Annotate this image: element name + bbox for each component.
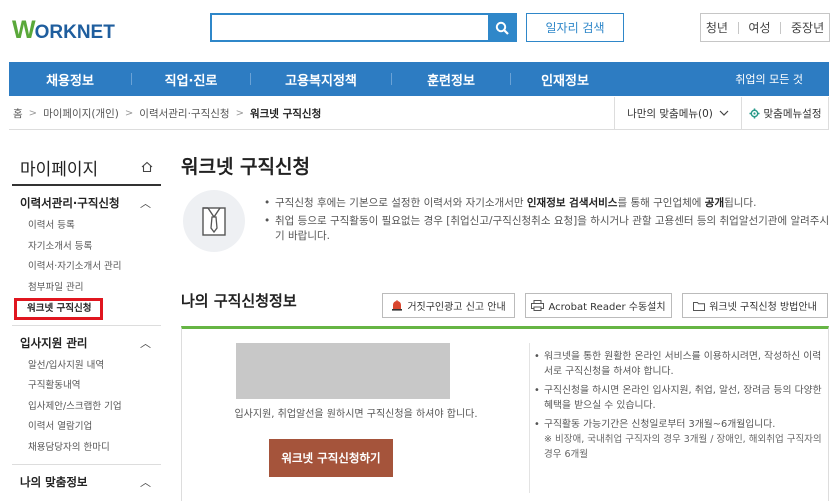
info-note: 구직신청 후에는 기본으로 설정한 이력서와 자기소개서만 인재정보 검색서비스… bbox=[264, 196, 830, 211]
sidebar-section-title: 이력서관리·구직신청 bbox=[20, 196, 120, 210]
apply-guide-label: 워크넷 구직신청 방법안내 bbox=[709, 302, 817, 313]
sidebar-item-offers-scraps[interactable]: 입사제안/스크랩한 기업 bbox=[12, 397, 161, 418]
custom-menu-dropdown[interactable]: 나만의 맞춤메뉴(0) bbox=[614, 97, 741, 129]
divider bbox=[737, 21, 739, 34]
nav-all-link[interactable]: 취업의 모든 것 bbox=[735, 62, 803, 96]
apply-note: 구직신청을 하시면 온라인 입사지원, 취업, 알선, 장려금 등의 다양한 혜… bbox=[534, 383, 824, 413]
sidebar-item-cover-letter-register[interactable]: 자기소개서 등록 bbox=[12, 237, 161, 258]
user-type-links: 청년 여성 중장년 bbox=[700, 13, 830, 42]
sidebar-item-application-history[interactable]: 알선/입사지원 내역 bbox=[12, 356, 161, 377]
custom-menu-settings-label: 맞춤메뉴설정 bbox=[763, 107, 822, 120]
apply-note: 구직활동 가능기간은 신청일로부터 3개월~6개월입니다.※ 비장애, 국내취업… bbox=[534, 417, 824, 462]
chevron-right-icon: > bbox=[28, 107, 38, 119]
breadcrumb-home[interactable]: 홈 bbox=[13, 106, 23, 121]
chevron-right-icon: > bbox=[235, 107, 244, 119]
job-search-button[interactable]: 일자리 검색 bbox=[526, 13, 624, 42]
apply-note: 워크넷을 통한 원활한 온라인 서비스를 이용하시려면, 작성하신 이력서로 구… bbox=[534, 349, 824, 379]
sidebar-section-header[interactable]: 나의 맞춤정보 ︿ bbox=[12, 473, 161, 491]
sidebar-section-header[interactable]: 입사지원 관리 ︿ bbox=[12, 334, 161, 352]
search-box bbox=[210, 13, 517, 42]
sidebar-item-resume-manage[interactable]: 이력서·자기소개서 관리 bbox=[12, 257, 161, 278]
worknet-apply-button[interactable]: 워크넷 구직신청하기 bbox=[269, 439, 393, 477]
breadcrumb-bar: 홈 > 마이페이지(개인) > 이력서관리·구직신청 > 워크넷 구직신청 나만… bbox=[9, 97, 829, 130]
sidebar-item-attachment-manage[interactable]: 첨부파일 관리 bbox=[12, 278, 161, 299]
chevron-down-icon bbox=[719, 110, 729, 116]
folder-icon bbox=[693, 301, 706, 311]
sidebar-section-header[interactable]: 이력서관리·구직신청 ︿ bbox=[12, 194, 161, 212]
breadcrumb-current: 워크넷 구직신청 bbox=[249, 107, 322, 120]
chevron-up-icon: ︿ bbox=[140, 197, 151, 210]
acrobat-install-button[interactable]: Acrobat Reader 수동설치 bbox=[525, 293, 672, 318]
home-icon[interactable] bbox=[141, 161, 153, 173]
sidebar-section-resume: 이력서관리·구직신청 ︿ 이력서 등록 자기소개서 등록 이력서·자기소개서 관… bbox=[12, 186, 161, 326]
section-title: 나의 구직신청정보 bbox=[181, 292, 297, 310]
sidebar: 마이페이지 이력서관리·구직신청 ︿ 이력서 등록 자기소개서 등록 이력서·자… bbox=[12, 150, 161, 497]
shirt-icon bbox=[183, 190, 245, 252]
apply-notes: 워크넷을 통한 원활한 온라인 서비스를 이용하시려면, 작성하신 이력서로 구… bbox=[534, 349, 824, 466]
worknet-logo[interactable]: WORKNET bbox=[12, 14, 115, 46]
sidebar-section-application: 입사지원 관리 ︿ 알선/입사지원 내역 구직활동내역 입사제안/스크랩한 기업… bbox=[12, 326, 161, 465]
sidebar-section-title: 나의 맞춤정보 bbox=[20, 475, 88, 489]
divider bbox=[780, 21, 782, 34]
apply-required-message: 입사지원, 취업알선을 원하시면 구직신청을 하셔야 합니다. bbox=[234, 409, 478, 420]
sidebar-item-resume-viewers[interactable]: 이력서 열람기업 bbox=[12, 417, 161, 438]
nav-item-training[interactable]: 훈련정보 bbox=[392, 62, 510, 96]
apply-info-panel: 입사지원, 취업알선을 원하시면 구직신청을 하셔야 합니다. 워크넷 구직신청… bbox=[181, 326, 829, 501]
breadcrumb-resume[interactable]: 이력서관리·구직신청 bbox=[139, 106, 229, 121]
sidebar-title-text: 마이페이지 bbox=[20, 159, 99, 180]
sidebar-section-custom-info: 나의 맞춤정보 ︿ bbox=[12, 465, 161, 497]
fake-ad-report-button[interactable]: 거짓구인광고 신고 안내 bbox=[382, 293, 515, 318]
chevron-up-icon: ︿ bbox=[140, 476, 151, 489]
profile-photo-placeholder bbox=[236, 343, 450, 399]
custom-menu-label: 나만의 맞춤메뉴(0) bbox=[627, 107, 713, 120]
nav-item-welfare-policy[interactable]: 고용복지정책 bbox=[251, 62, 391, 96]
breadcrumb: 홈 > 마이페이지(개인) > 이력서관리·구직신청 > 워크넷 구직신청 bbox=[9, 106, 321, 121]
sidebar-list: 알선/입사지원 내역 구직활동내역 입사제안/스크랩한 기업 이력서 열람기업 … bbox=[12, 356, 161, 459]
sidebar-item-worknet-apply[interactable]: 워크넷 구직신청 bbox=[12, 298, 161, 320]
divider bbox=[529, 343, 530, 493]
highlight-box: 워크넷 구직신청 bbox=[14, 298, 103, 320]
gear-icon bbox=[748, 107, 760, 119]
apply-guide-button[interactable]: 워크넷 구직신청 방법안내 bbox=[682, 293, 828, 318]
chevron-up-icon: ︿ bbox=[140, 336, 151, 350]
nav-item-career[interactable]: 직업·진로 bbox=[132, 62, 250, 96]
sidebar-title: 마이페이지 bbox=[12, 150, 161, 186]
search-icon bbox=[495, 21, 509, 35]
apply-subnote: ※ 비장애, 국내취업 구직자의 경우 3개월 / 장애인, 해외취업 구직자의… bbox=[544, 434, 822, 460]
fake-ad-report-label: 거짓구인광고 신고 안내 bbox=[407, 302, 506, 313]
nav-item-jobs[interactable]: 채용정보 bbox=[9, 62, 131, 96]
printer-icon bbox=[531, 300, 545, 311]
search-button[interactable] bbox=[488, 15, 515, 40]
user-type-women[interactable]: 여성 bbox=[748, 19, 770, 36]
custom-menu-settings-button[interactable]: 맞춤메뉴설정 bbox=[741, 97, 829, 129]
sidebar-item-recruiter-message[interactable]: 채용담당자의 한마디 bbox=[12, 438, 161, 459]
alarm-icon bbox=[392, 300, 403, 311]
chevron-right-icon: > bbox=[124, 107, 134, 119]
acrobat-install-label: Acrobat Reader 수동설치 bbox=[548, 302, 666, 313]
search-input[interactable] bbox=[212, 15, 488, 40]
logo-text: WORKNET bbox=[12, 15, 115, 44]
user-type-youth[interactable]: 청년 bbox=[706, 19, 728, 36]
sidebar-item-job-activity[interactable]: 구직활동내역 bbox=[12, 376, 161, 397]
user-type-middle-aged[interactable]: 중장년 bbox=[791, 19, 824, 36]
breadcrumb-mypage[interactable]: 마이페이지(개인) bbox=[43, 106, 119, 121]
main-navigation: 채용정보 직업·진로 고용복지정책 훈련정보 인재정보 취업의 모든 것 bbox=[9, 62, 829, 96]
info-note: 취업 등으로 구직활동이 필요없는 경우 [취업신고/구직신청취소 요청]을 하… bbox=[264, 214, 830, 244]
sidebar-item-resume-register[interactable]: 이력서 등록 bbox=[12, 216, 161, 237]
nav-item-talent[interactable]: 인재정보 bbox=[511, 62, 619, 96]
sidebar-section-title: 입사지원 관리 bbox=[20, 335, 88, 350]
sidebar-list: 이력서 등록 자기소개서 등록 이력서·자기소개서 관리 첨부파일 관리 워크넷… bbox=[12, 216, 161, 320]
info-notes: 구직신청 후에는 기본으로 설정한 이력서와 자기소개서만 인재정보 검색서비스… bbox=[264, 196, 830, 247]
page-title: 워크넷 구직신청 bbox=[181, 156, 310, 178]
